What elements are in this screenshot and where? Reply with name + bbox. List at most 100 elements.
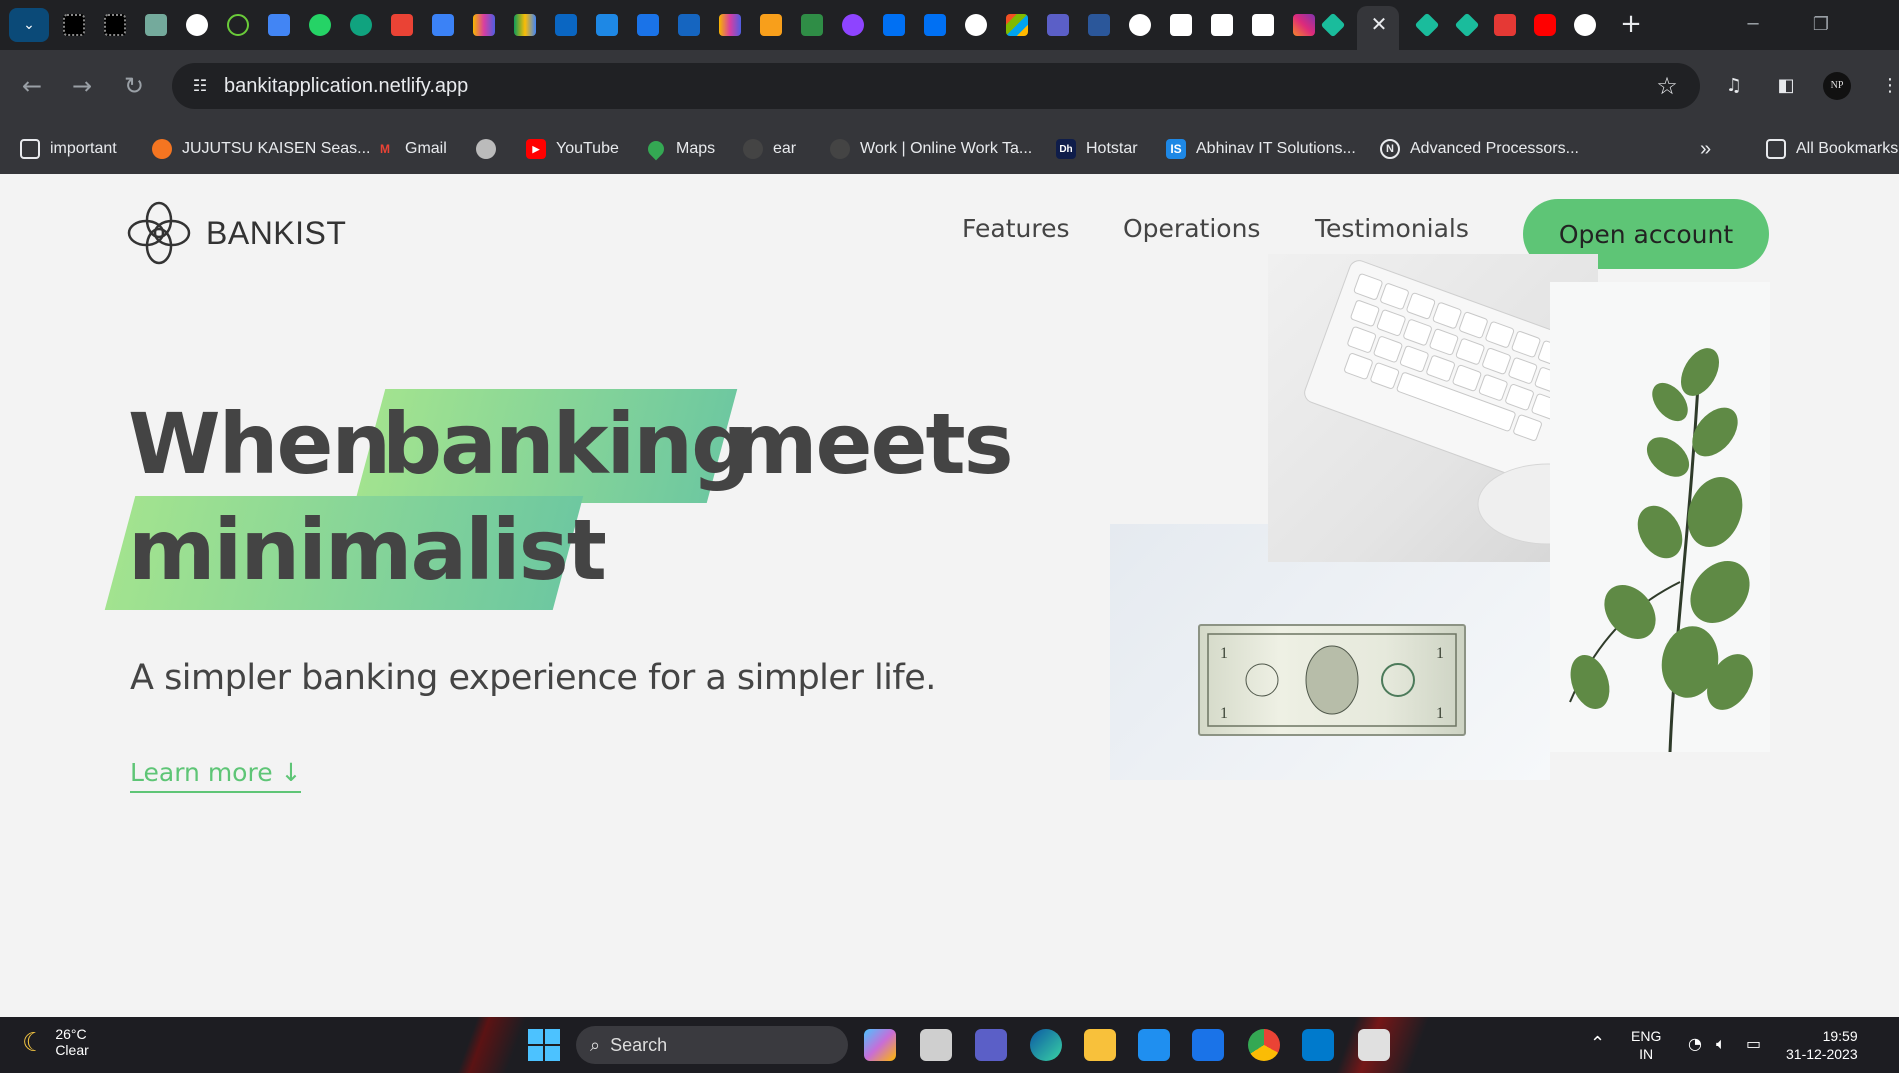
close-tab-icon[interactable]: ✕ [1369,12,1389,36]
tab-strip: ⌄ ✕ + ─ ❐ [0,0,1899,50]
address-bar[interactable]: ☷ bankitapplication.netlify.app ☆ [172,63,1700,109]
hotstar-icon: Dh [1056,139,1076,159]
tab-favicon[interactable] [1293,14,1315,36]
more-bookmarks-chevron-icon[interactable]: » [1700,124,1711,174]
tab-favicon[interactable] [1170,14,1192,36]
minimize-icon[interactable]: ─ [1740,12,1766,38]
bookmark-item[interactable]: N Advanced Processors... [1380,124,1579,174]
site-info-icon[interactable]: ☷ [188,74,212,98]
bookmark-item[interactable]: ear [743,124,796,174]
tab-favicon[interactable] [186,14,208,36]
tab-favicon[interactable] [596,14,618,36]
copilot-icon[interactable] [864,1029,896,1061]
restore-icon[interactable]: ❐ [1808,12,1834,38]
snipping-tool-icon[interactable] [1358,1029,1390,1061]
side-panel-icon[interactable]: ◧ [1772,72,1800,100]
tab-favicon[interactable] [432,14,454,36]
tab-favicon[interactable] [391,14,413,36]
tab-favicon[interactable] [719,14,741,36]
weather-widget[interactable]: ☾ 26°C Clear [22,1026,89,1058]
browser-toolbar: ← → ↻ ☷ bankitapplication.netlify.app ☆ … [0,50,1899,174]
tab-favicon[interactable] [1252,14,1274,36]
bookmarks-bar: important JUJUTSU KAISEN Seas... M Gmail… [0,124,1899,174]
tab-favicon[interactable] [801,14,823,36]
new-tab-button[interactable]: + [1617,10,1645,38]
tray-overflow-chevron-icon[interactable]: ⌃ [1590,1033,1605,1054]
back-arrow-icon[interactable]: ← [16,70,48,102]
tab-favicon[interactable] [637,14,659,36]
search-icon: ⌕ [590,1034,601,1055]
wifi-icon[interactable]: ◔ [1688,1034,1702,1053]
tab-favicon[interactable] [473,14,495,36]
edge-icon[interactable] [1030,1029,1062,1061]
tab-favicon[interactable] [1414,12,1440,38]
bookmark-item[interactable]: M Gmail [375,124,447,174]
chevron-down-icon: ⌄ [23,17,35,33]
menu-kebab-icon[interactable]: ⋮ [1876,72,1899,100]
all-bookmarks-label: All Bookmarks [1796,140,1899,157]
forward-arrow-icon[interactable]: → [66,70,98,102]
bookmark-label: Advanced Processors... [1410,140,1579,157]
file-explorer-icon[interactable] [1084,1029,1116,1061]
tab-favicon[interactable] [227,14,249,36]
tab-favicon[interactable] [555,14,577,36]
tab-search-button[interactable]: ⌄ [9,8,49,42]
learn-more-link[interactable]: Learn more ↓ [130,758,302,793]
tab-favicon[interactable] [1006,14,1028,36]
chrome-icon[interactable] [1248,1029,1280,1061]
tab-favicon[interactable] [883,14,905,36]
tab-favicon[interactable] [1211,14,1233,36]
task-view-icon[interactable] [920,1029,952,1061]
nav-link-testimonials[interactable]: Testimonials [1315,214,1469,243]
tab-favicon[interactable] [1088,14,1110,36]
tab-favicon[interactable] [104,14,126,36]
bookmark-star-icon[interactable]: ☆ [1652,71,1682,101]
tab-favicon[interactable] [842,14,864,36]
teams-icon[interactable] [975,1029,1007,1061]
tab-favicon[interactable] [145,14,167,36]
mail-icon[interactable] [1138,1029,1170,1061]
bookmark-item[interactable]: JUJUTSU KAISEN Seas... [152,124,371,174]
tab-favicon[interactable] [678,14,700,36]
gmail-icon: M [380,142,390,156]
tab-favicon[interactable] [350,14,372,36]
windows-start-icon[interactable] [528,1029,560,1061]
profile-avatar[interactable]: NP [1823,72,1851,100]
tab-favicon[interactable] [760,14,782,36]
bookmark-item[interactable]: Dh Hotstar [1056,124,1138,174]
bookmark-item[interactable]: IS Abhinav IT Solutions... [1166,124,1356,174]
tab-favicon[interactable] [1534,14,1556,36]
store-app-icon[interactable] [1192,1029,1224,1061]
bookmark-item[interactable]: Work | Online Work Ta... [830,124,1032,174]
tab-favicon[interactable] [514,14,536,36]
volume-icon[interactable]: 🔈︎ [1716,1034,1726,1054]
bookmark-label: Hotstar [1086,140,1138,157]
system-clock[interactable]: 19:59 31-12-2023 [1786,1027,1858,1063]
reload-icon[interactable]: ↻ [118,70,150,102]
bookmark-item[interactable] [476,124,496,174]
taskbar-search[interactable]: ⌕ Search [576,1026,848,1064]
bookmark-item[interactable]: Maps [644,124,715,174]
tab-favicon[interactable] [965,14,987,36]
bookmark-item[interactable]: important [20,124,117,174]
tab-favicon[interactable] [1320,12,1346,38]
media-control-icon[interactable]: ♫ [1720,72,1748,100]
language-indicator[interactable]: ENG IN [1631,1027,1661,1063]
tab-favicon[interactable] [1129,14,1151,36]
tab-favicon[interactable] [1454,12,1480,38]
tab-favicon[interactable] [924,14,946,36]
language-line2: IN [1639,1046,1654,1062]
all-bookmarks-item[interactable]: All Bookmarks [1766,124,1898,174]
nav-link-operations[interactable]: Operations [1123,214,1260,243]
tab-favicon[interactable] [1574,14,1596,36]
tab-favicon[interactable] [268,14,290,36]
tab-favicon[interactable] [309,14,331,36]
url-text[interactable]: bankitapplication.netlify.app [224,75,468,98]
vscode-icon[interactable] [1302,1029,1334,1061]
battery-icon[interactable]: ▭ [1746,1034,1761,1053]
tab-favicon[interactable] [63,14,85,36]
bookmark-item[interactable]: ▶ YouTube [526,124,619,174]
tab-favicon[interactable] [1494,14,1516,36]
tab-favicon[interactable] [1047,14,1069,36]
svg-text:1: 1 [1220,645,1228,662]
